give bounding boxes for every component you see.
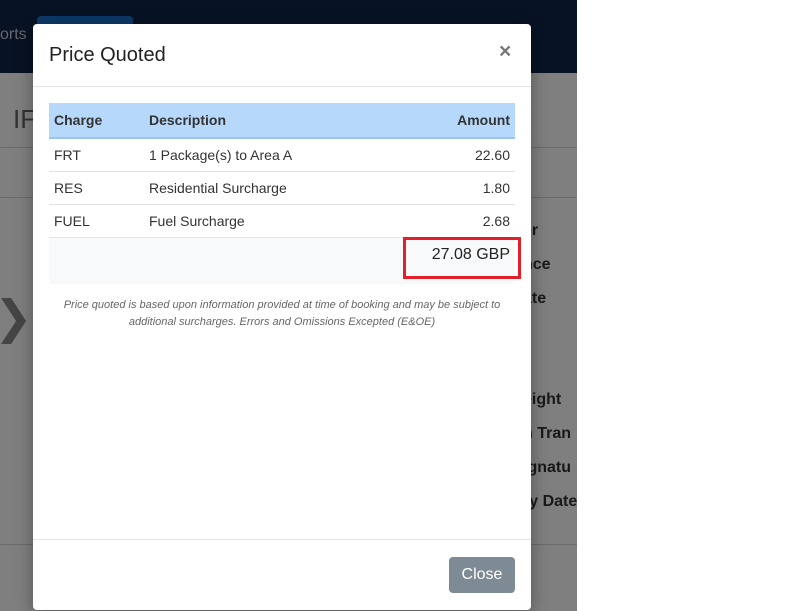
charge-amount: 1.80 [395,171,515,205]
modal-header: Price Quoted × [33,24,531,87]
charge-amount: 2.68 [395,204,515,238]
charge-amount: 22.60 [395,137,515,172]
column-header-description: Description [144,103,395,139]
close-button[interactable]: Close [449,557,515,593]
charge-description: Residential Surcharge [144,171,395,205]
modal-title: Price Quoted [49,44,166,66]
table-row: FRT 1 Package(s) to Area A 22.60 [49,137,515,172]
charge-description: 1 Package(s) to Area A [144,137,395,172]
charge-code: FRT [49,137,144,172]
total-highlight-box [403,237,521,279]
table-row: FUEL Fuel Surcharge 2.68 [49,204,515,238]
total-spacer [144,237,395,284]
charge-code: FUEL [49,204,144,238]
charge-code: RES [49,171,144,205]
disclaimer-text: Price quoted is based upon information p… [63,299,501,328]
column-header-amount: Amount [395,103,515,139]
charge-description: Fuel Surcharge [144,204,395,238]
price-quoted-modal: Price Quoted × Charge Description Amount… [33,24,531,610]
table-row: RES Residential Surcharge 1.80 [49,171,515,205]
modal-footer: Close [33,539,531,611]
close-icon[interactable]: × [499,40,511,64]
total-spacer [49,237,144,284]
table-header-row: Charge Description Amount [49,103,515,139]
column-header-charge: Charge [49,103,144,139]
